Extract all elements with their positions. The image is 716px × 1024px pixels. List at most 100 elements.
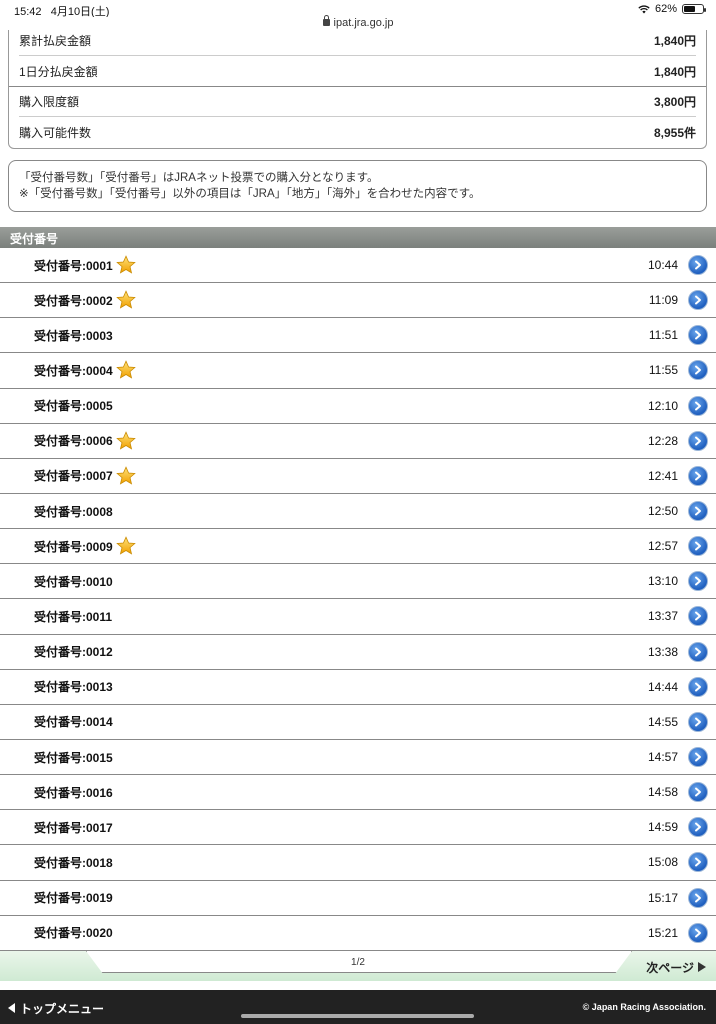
receipt-time: 14:44: [647, 679, 678, 694]
chevron-right-circle-icon[interactable]: [688, 817, 708, 838]
receipt-number: 受付番号:0018: [34, 855, 113, 870]
list-item[interactable]: 受付番号:0020 15:21: [0, 916, 716, 951]
summary-row-purchasable-count: 購入可能件数 8,955件: [19, 117, 696, 147]
list-item[interactable]: 受付番号:0002 11:09: [0, 283, 716, 319]
receipt-list: 受付番号:0001 10:44 受付番号:0002 11:09 受付番号:0003 11:…: [0, 248, 716, 951]
receipt-time: 14:57: [647, 750, 678, 765]
list-item[interactable]: 受付番号:0017 14:59: [0, 810, 716, 846]
chevron-right-circle-icon[interactable]: [688, 290, 708, 311]
star-icon: [116, 430, 136, 451]
receipt-time: 13:37: [647, 609, 678, 624]
list-item[interactable]: 受付番号:0019 15:17: [0, 881, 716, 916]
receipt-number: 受付番号:0012: [34, 645, 113, 660]
chevron-right-circle-icon[interactable]: [688, 887, 708, 908]
page-indicator: 1/2: [351, 957, 365, 968]
receipt-time: 15:17: [647, 890, 678, 905]
section-title: 受付番号: [0, 227, 716, 248]
wifi-icon: [638, 4, 650, 13]
pager: 1/2 次ページ: [0, 951, 716, 981]
chevron-right-circle-icon[interactable]: [688, 325, 708, 346]
footer: トップメニュー © Japan Racing Association.: [0, 990, 716, 1024]
chevron-right-circle-icon[interactable]: [688, 500, 708, 521]
receipt-number: 受付番号:0011: [34, 609, 113, 624]
battery-icon: [682, 4, 706, 14]
list-item[interactable]: 受付番号:0013 14:44: [0, 670, 716, 705]
list-item[interactable]: 受付番号:0001 10:44: [0, 248, 716, 284]
chevron-right-circle-icon[interactable]: [688, 922, 708, 943]
summary-row-purchase-limit: 購入限度額 3,800円: [19, 87, 696, 117]
chevron-right-circle-icon[interactable]: [688, 606, 708, 627]
chevron-right-circle-icon[interactable]: [688, 360, 708, 381]
list-item[interactable]: 受付番号:0012 13:38: [0, 635, 716, 670]
receipt-number: 受付番号:0009: [34, 539, 113, 554]
chevron-right-circle-icon[interactable]: [688, 711, 708, 732]
chevron-right-circle-icon[interactable]: [688, 641, 708, 662]
star-icon: [116, 360, 136, 380]
chevron-right-circle-icon[interactable]: [688, 465, 708, 486]
receipt-number: 受付番号:0015: [34, 750, 113, 765]
notes-box: 「受付番号数」「受付番号」はJRAネット投票での購入分となります。 ※「受付番号…: [8, 160, 707, 212]
list-item[interactable]: 受付番号:0016 14:58: [0, 775, 716, 811]
list-item[interactable]: 受付番号:0003 11:51: [0, 318, 716, 354]
summary-label: 購入限度額: [19, 95, 80, 109]
receipt-time: 11:51: [648, 328, 678, 343]
receipt-number: 受付番号:0016: [34, 785, 113, 800]
list-item[interactable]: 受付番号:0007 12:41: [0, 459, 716, 494]
star-icon: [116, 255, 136, 275]
list-item[interactable]: 受付番号:0015 14:57: [0, 740, 716, 776]
receipt-number: 受付番号:0002: [34, 293, 113, 308]
receipt-number: 受付番号:0007: [34, 469, 113, 484]
star-icon: [116, 290, 136, 310]
receipt-number: 受付番号:0017: [34, 820, 113, 835]
receipt-time: 15:08: [647, 855, 678, 870]
note-line: ※「受付番号数」「受付番号」以外の項目は「JRA」「地方」「海外」を合わせた内容…: [19, 188, 481, 200]
next-page-label: 次ページ: [646, 961, 694, 975]
list-item[interactable]: 受付番号:0004 11:55: [0, 353, 716, 389]
receipt-time: 11:09: [648, 293, 678, 308]
receipt-time: 13:10: [647, 574, 678, 589]
chevron-right-circle-icon[interactable]: [688, 782, 708, 803]
list-item[interactable]: 受付番号:0018 15:08: [0, 845, 716, 881]
receipt-number: 受付番号:0006: [34, 434, 113, 449]
copyright: © Japan Racing Association.: [582, 1002, 706, 1012]
list-item[interactable]: 受付番号:0014 14:55: [0, 705, 716, 740]
receipt-time: 12:10: [647, 398, 678, 413]
receipt-time: 15:21: [647, 925, 678, 940]
receipt-number: 受付番号:0014: [34, 715, 113, 730]
star-icon: [116, 466, 136, 486]
summary-value: 3,800円: [653, 95, 696, 109]
lock-icon: [322, 15, 330, 26]
list-item[interactable]: 受付番号:0011 13:37: [0, 599, 716, 635]
receipt-number: 受付番号:0020: [34, 926, 113, 941]
chevron-right-circle-icon[interactable]: [688, 395, 708, 416]
chevron-right-circle-icon[interactable]: [688, 255, 708, 275]
receipt-time: 12:50: [647, 504, 678, 519]
list-item[interactable]: 受付番号:0009 12:57: [0, 529, 716, 565]
chevron-right-circle-icon[interactable]: [688, 536, 708, 557]
chevron-right-circle-icon[interactable]: [688, 430, 708, 451]
chevron-right-circle-icon[interactable]: [688, 571, 708, 592]
list-item[interactable]: 受付番号:0005 12:10: [0, 389, 716, 424]
list-item[interactable]: 受付番号:0010 13:10: [0, 564, 716, 600]
status-bar: 15:42 4月10日(土) 62%: [0, 0, 716, 18]
receipt-time: 14:55: [647, 714, 678, 729]
chevron-right-circle-icon[interactable]: [688, 676, 708, 697]
chevron-right-circle-icon[interactable]: [688, 746, 708, 767]
receipt-number: 受付番号:0013: [34, 680, 113, 695]
receipt-time: 12:41: [647, 468, 678, 483]
chevron-right-circle-icon[interactable]: [688, 852, 708, 873]
url-text: ipat.jra.go.jp: [333, 17, 394, 29]
receipt-time: 12:57: [647, 539, 678, 554]
receipt-number: 受付番号:0003: [34, 328, 113, 343]
receipt-number: 受付番号:0019: [34, 891, 113, 906]
next-page-button[interactable]: 次ページ: [646, 959, 706, 976]
battery-percent: 62%: [654, 3, 677, 15]
list-item[interactable]: 受付番号:0008 12:50: [0, 494, 716, 530]
summary-value: 1,840円: [653, 34, 696, 48]
status-right: 62%: [638, 3, 706, 15]
star-icon: [116, 536, 136, 556]
receipt-number: 受付番号:0005: [34, 399, 113, 414]
list-item[interactable]: 受付番号:0006 12:28: [0, 424, 716, 459]
top-menu-button[interactable]: トップメニュー: [8, 1000, 104, 1017]
summary-panel: 累計払戻金額 1,840円 1日分払戻金額 1,840円 購入限度額 3,800…: [8, 30, 707, 149]
